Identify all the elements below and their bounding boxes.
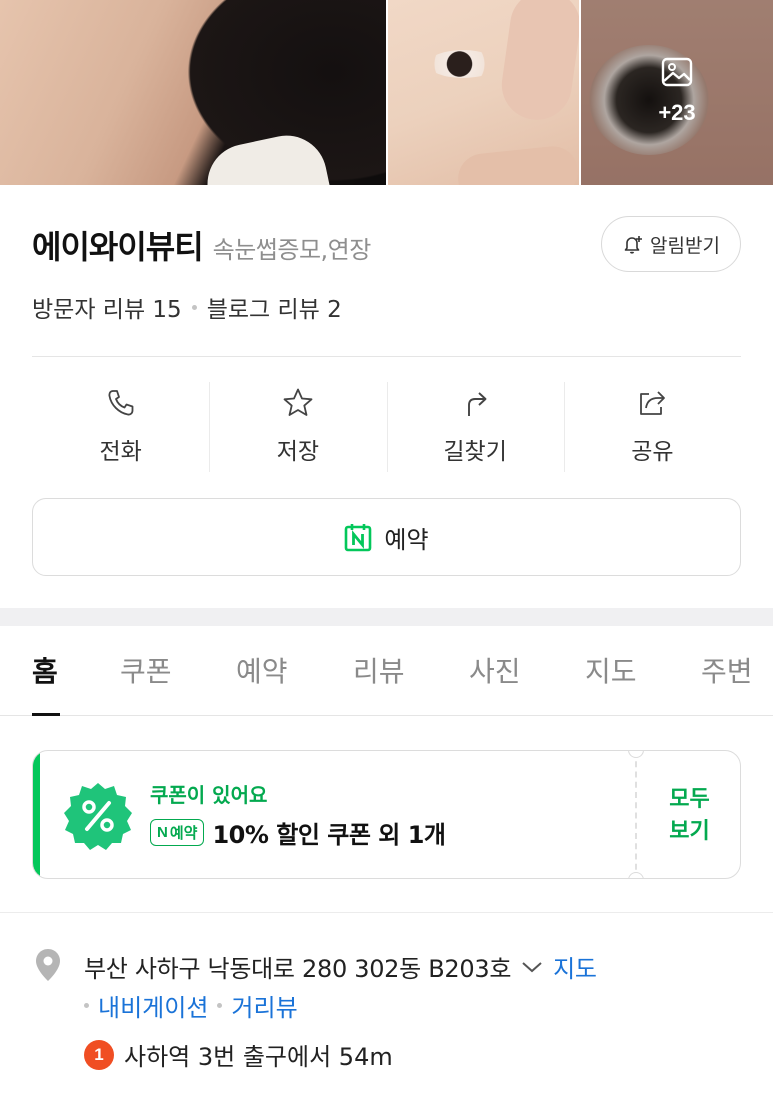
alarm-label: 알림받기 [650,234,720,257]
map-link[interactable]: 지도 [553,949,597,984]
naver-booking-icon [345,524,372,552]
image-icon [661,57,693,87]
save-label: 저장 [276,439,320,465]
action-bar: 전화 저장 길찾기 공유 [32,380,741,474]
share-button[interactable]: 공유 [563,380,741,474]
photo-3-more[interactable]: +23 [581,0,773,185]
reserve-label: 예약 [384,525,429,554]
divider [32,356,741,357]
separator-dot [217,1003,223,1008]
place-header: 에이와이뷰티 속눈썹증모,연장 [32,222,371,268]
station-text: 사하역 3번 출구에서 54m [124,1043,393,1071]
reserve-button[interactable]: 예약 [32,498,741,576]
star-icon [283,388,313,416]
streetview-link[interactable]: 거리뷰 [231,988,297,1023]
photo-1[interactable] [0,0,386,185]
chevron-down-icon[interactable] [521,960,543,974]
navigation-link[interactable]: 내비게이션 [98,988,208,1023]
photo-gallery[interactable]: +23 [0,0,773,185]
tab-reviews[interactable]: 리뷰 [353,650,405,690]
share-label: 공유 [631,439,674,465]
active-tab-indicator [32,713,60,716]
directions-icon [468,392,487,416]
call-button[interactable]: 전화 [32,380,209,474]
visitor-reviews-link[interactable]: 방문자 리뷰 15 [32,290,182,324]
address-links: 내비게이션 거리뷰 [84,988,298,1023]
blog-reviews-link[interactable]: 블로그 리뷰 2 [207,290,342,324]
bell-plus-icon [624,236,643,254]
section-separator [0,608,773,626]
place-name: 에이와이뷰티 [32,228,204,266]
call-label: 전화 [99,439,142,465]
directions-label: 길찾기 [443,439,507,465]
divider [0,912,773,913]
naver-booking-tag-label: 예약 [169,824,198,842]
coupon-detail: N 예약 10% 할인 쿠폰 외 1개 [150,815,446,850]
coupon-text: 10% 할인 쿠폰 외 1개 [212,821,446,849]
subway-line-badge: 1 [84,1039,114,1070]
address-row: 부산 사하구 낙동대로 280 302동 B203호 지도 [84,949,597,984]
directions-button[interactable]: 길찾기 [386,380,564,474]
subway-info: 1 사하역 3번 출구에서 54m [84,1037,393,1072]
save-button[interactable]: 저장 [209,380,386,474]
tab-nearby[interactable]: 주변 [701,650,753,690]
address-text: 부산 사하구 낙동대로 280 302동 B203호 [84,955,512,983]
phone-icon [108,390,134,416]
more-photos-count: +23 [658,100,696,125]
naver-booking-tag: N 예약 [150,819,205,846]
coupon-card[interactable]: 쿠폰이 있어요 N 예약 10% 할인 쿠폰 외 1개 모두 보기 [32,750,741,879]
coupon-headline: 쿠폰이 있어요 [150,783,268,807]
tab-home[interactable]: 홈 [32,650,58,690]
coupon-view-all-button[interactable]: 모두 보기 [637,751,740,878]
review-summary: 방문자 리뷰 15 블로그 리뷰 2 [32,290,342,324]
tab-reservation[interactable]: 예약 [236,650,288,690]
discount-badge-icon [64,783,132,850]
alarm-button[interactable]: 알림받기 [601,216,741,272]
tab-coupon[interactable]: 쿠폰 [120,650,172,690]
separator-dot [84,1003,89,1008]
coupon-accent-bar [33,751,40,878]
place-category: 속눈썹증모,연장 [212,236,372,264]
tab-photos[interactable]: 사진 [469,650,521,690]
share-icon [640,391,666,415]
location-pin-icon [36,949,60,981]
naver-n-mark: N [157,824,168,841]
photo-2[interactable] [388,0,579,185]
tab-bar: 홈 쿠폰 예약 리뷰 사진 지도 주변 [0,626,773,716]
separator-dot [191,304,197,310]
tab-map[interactable]: 지도 [585,650,637,690]
